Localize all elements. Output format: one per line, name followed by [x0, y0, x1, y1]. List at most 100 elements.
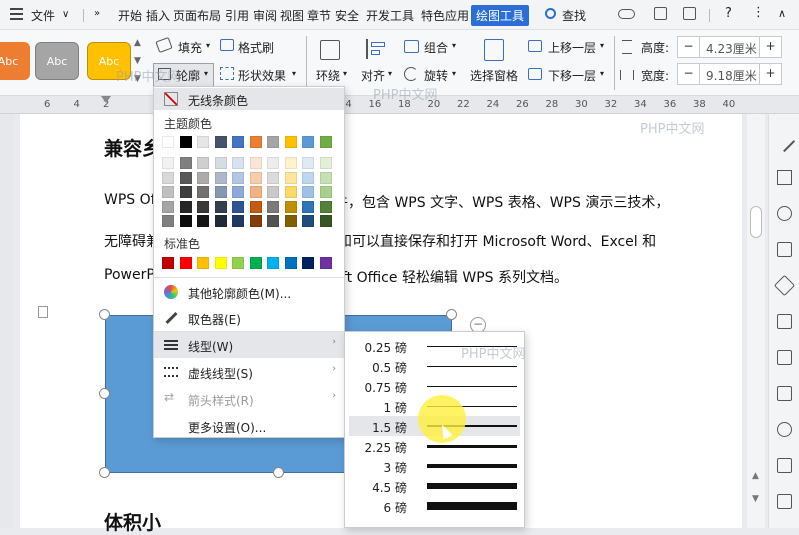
- theme-tint-swatch[interactable]: [179, 157, 192, 169]
- paragraph-line[interactable]: WPS Of: [104, 192, 156, 208]
- search-button[interactable]: 查找: [562, 7, 586, 24]
- theme-tint-swatch[interactable]: [197, 186, 209, 198]
- theme-tint-swatch[interactable]: [232, 215, 244, 227]
- scroll-down-icon[interactable]: ▼: [752, 494, 759, 504]
- chevron-down-icon[interactable]: ∨: [62, 9, 69, 20]
- theme-tint-swatch[interactable]: [214, 215, 227, 227]
- paragraph-line[interactable]: 牛，包含 WPS 文字、WPS 表格、WPS 演示三技术，: [334, 192, 669, 212]
- width-decrement-button[interactable]: −: [678, 64, 700, 84]
- resize-handle[interactable]: [99, 309, 110, 320]
- line-weight-option[interactable]: 4.5 磅: [349, 476, 520, 496]
- line-weight-option[interactable]: 3 磅: [349, 456, 520, 476]
- theme-tint-swatch[interactable]: [302, 215, 314, 227]
- selection-pane-icon[interactable]: [484, 39, 504, 61]
- chevron-down-icon[interactable]: ▾: [600, 69, 604, 78]
- theme-tint-swatch[interactable]: [249, 186, 262, 198]
- chevron-down-icon[interactable]: ▾: [452, 41, 456, 50]
- line-style-item[interactable]: 线型(W) ›: [154, 332, 344, 358]
- theme-tint-swatch[interactable]: [214, 171, 227, 184]
- tab-view[interactable]: 视图: [280, 7, 304, 24]
- theme-tint-swatch[interactable]: [319, 171, 332, 184]
- theme-tint-swatch[interactable]: [302, 200, 314, 213]
- group-button[interactable]: 组合: [424, 39, 448, 56]
- theme-tint-swatch[interactable]: [179, 186, 192, 198]
- standard-color-swatch[interactable]: [214, 257, 227, 269]
- chart-icon[interactable]: [777, 386, 792, 401]
- tab-drawing-tools[interactable]: 绘图工具: [471, 5, 530, 26]
- theme-tint-swatch[interactable]: [162, 171, 174, 184]
- theme-tint-swatch[interactable]: [179, 171, 192, 184]
- export-icon[interactable]: [683, 7, 696, 20]
- theme-color-swatch[interactable]: [232, 136, 244, 148]
- theme-tint-swatch[interactable]: [267, 186, 279, 198]
- send-backward-button[interactable]: 下移一层: [548, 67, 596, 84]
- tab-home[interactable]: 开始: [118, 7, 142, 24]
- theme-tint-swatch[interactable]: [197, 200, 209, 213]
- chevron-down-icon[interactable]: ▾: [292, 69, 296, 78]
- rotate-icon[interactable]: [404, 67, 418, 81]
- chevron-down-icon[interactable]: ▾: [204, 69, 208, 78]
- shape-effects-button[interactable]: 形状效果: [238, 67, 286, 84]
- standard-color-swatch[interactable]: [249, 257, 262, 269]
- standard-color-swatch[interactable]: [232, 257, 244, 269]
- image-icon[interactable]: [777, 458, 792, 473]
- wrap-icon[interactable]: [320, 40, 340, 60]
- theme-color-swatch[interactable]: [162, 136, 174, 148]
- theme-color-swatch[interactable]: [319, 136, 332, 148]
- theme-tint-swatch[interactable]: [214, 200, 227, 213]
- cursor-icon[interactable]: [777, 170, 792, 185]
- resize-handle[interactable]: [273, 467, 284, 478]
- chevron-down-icon[interactable]: ▾: [600, 41, 604, 50]
- help-icon[interactable]: ?: [725, 6, 732, 21]
- resize-handle[interactable]: [99, 388, 110, 399]
- theme-tint-swatch[interactable]: [302, 171, 314, 184]
- theme-color-swatch[interactable]: [267, 136, 279, 148]
- theme-tint-swatch[interactable]: [232, 157, 244, 169]
- format-painter-icon[interactable]: [220, 39, 234, 51]
- theme-color-swatch[interactable]: [249, 136, 262, 148]
- vertical-ruler[interactable]: [0, 114, 14, 528]
- wrap-button[interactable]: 环绕: [316, 67, 340, 84]
- bring-forward-button[interactable]: 上移一层: [548, 39, 596, 56]
- standard-color-swatch[interactable]: [319, 257, 332, 269]
- standard-color-swatch[interactable]: [302, 257, 314, 269]
- align-icon[interactable]: [366, 39, 386, 59]
- theme-tint-swatch[interactable]: [319, 215, 332, 227]
- tab-page-layout[interactable]: 页面布局: [173, 7, 221, 24]
- tab-review[interactable]: 审阅: [253, 7, 277, 24]
- more-options-icon[interactable]: ⋮: [752, 5, 765, 20]
- arrow-style-item[interactable]: ⇄ 箭头样式(R) ›: [154, 386, 344, 412]
- theme-tint-swatch[interactable]: [284, 215, 297, 227]
- theme-color-swatch[interactable]: [179, 136, 192, 148]
- theme-tint-swatch[interactable]: [284, 186, 297, 198]
- line-weight-option[interactable]: 6 磅: [349, 496, 520, 516]
- theme-tint-swatch[interactable]: [249, 157, 262, 169]
- bring-forward-icon[interactable]: [528, 40, 542, 52]
- theme-color-swatch[interactable]: [214, 136, 227, 148]
- fill-icon[interactable]: [155, 36, 173, 54]
- chevron-down-icon[interactable]: ▾: [452, 69, 456, 78]
- standard-color-swatch[interactable]: [162, 257, 174, 269]
- no-line-color-item[interactable]: 无线条颜色: [154, 88, 344, 110]
- chevron-down-icon[interactable]: ▾: [206, 41, 210, 50]
- scroll-up-icon[interactable]: ▲: [752, 471, 759, 481]
- tab-chapter[interactable]: 章节: [307, 7, 331, 24]
- collapse-ribbon-icon[interactable]: ∧: [778, 7, 786, 20]
- theme-tint-swatch[interactable]: [284, 157, 297, 169]
- rotate-button[interactable]: 旋转: [424, 67, 448, 84]
- edit-icon[interactable]: [773, 130, 796, 153]
- theme-tint-swatch[interactable]: [197, 171, 209, 184]
- fill-button[interactable]: 填充: [178, 39, 202, 56]
- align-button[interactable]: 对齐: [361, 67, 385, 84]
- selection-pane-button[interactable]: 选择窗格: [470, 67, 518, 84]
- search-icon[interactable]: [545, 8, 556, 19]
- paragraph-line[interactable]: PowerP: [104, 267, 155, 283]
- dash-style-item[interactable]: 虚线线型(S) ›: [154, 359, 344, 385]
- indent-marker[interactable]: [101, 96, 111, 103]
- chevron-down-icon[interactable]: ▾: [343, 69, 347, 78]
- theme-tint-swatch[interactable]: [319, 157, 332, 169]
- scroll-up-icon[interactable]: ▲: [134, 38, 141, 48]
- share-icon[interactable]: [654, 7, 667, 20]
- theme-tint-swatch[interactable]: [232, 186, 244, 198]
- paragraph-line[interactable]: ft Office 轻松编辑 WPS 系列文档。: [342, 267, 568, 287]
